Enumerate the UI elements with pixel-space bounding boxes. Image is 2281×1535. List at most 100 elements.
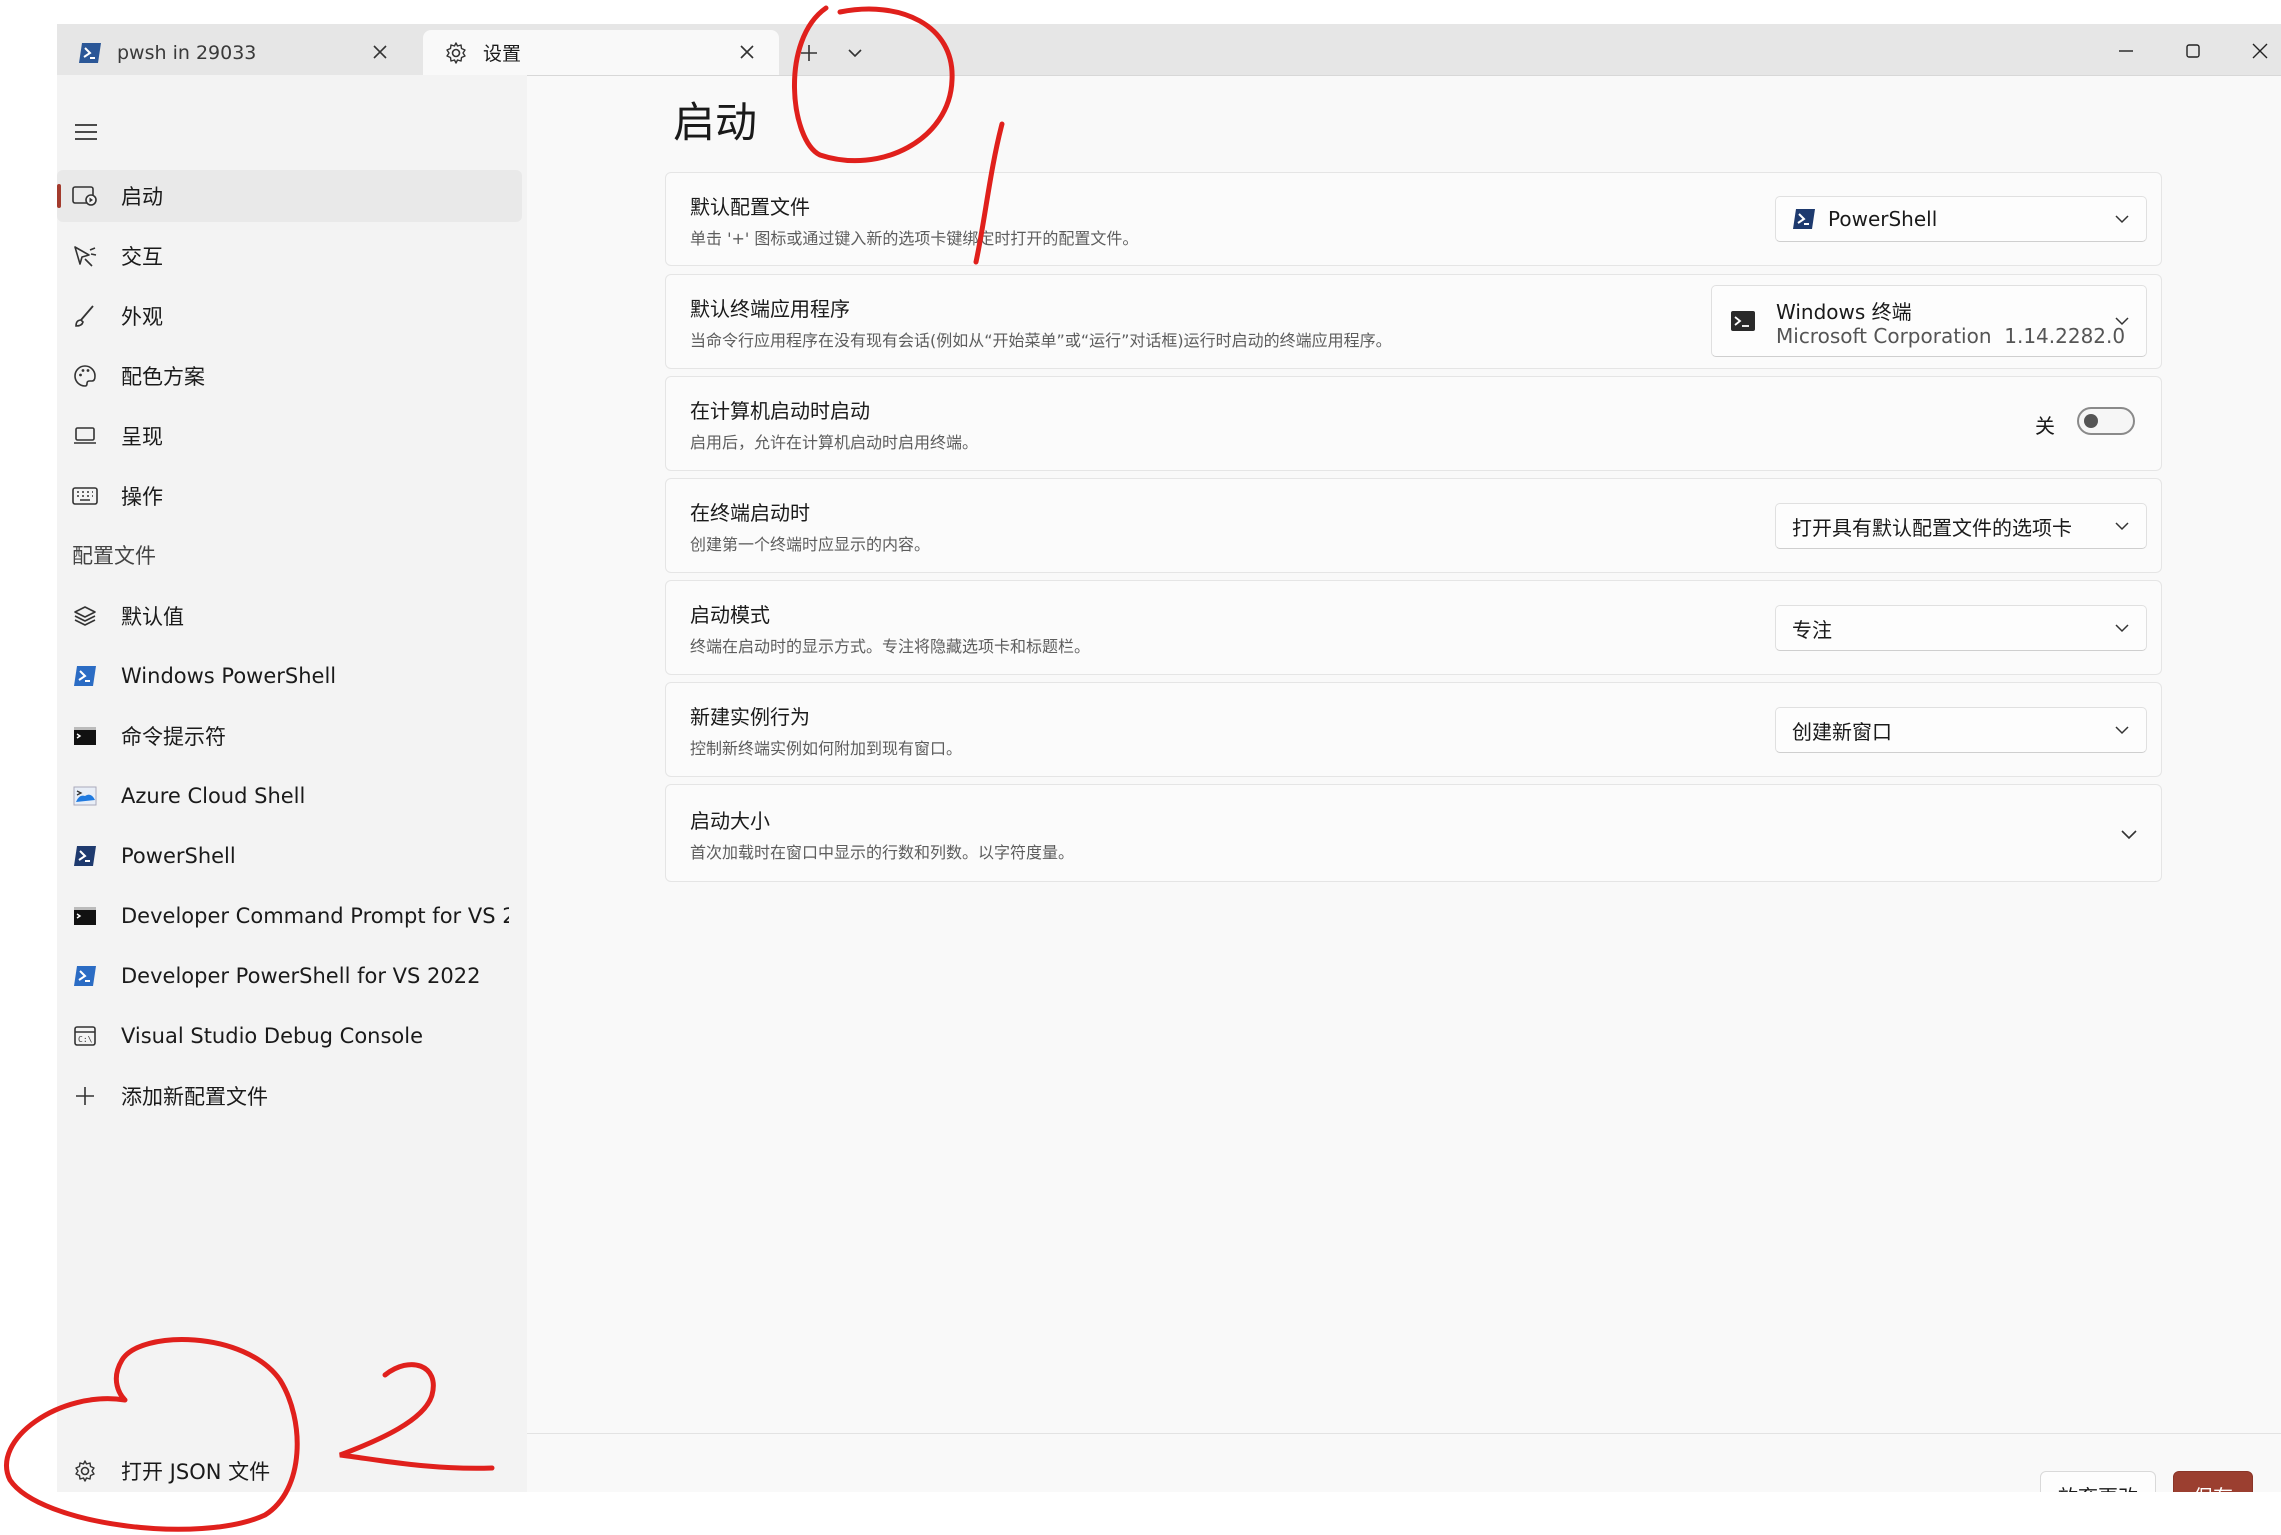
dropdown-value: Windows 终端 bbox=[1776, 300, 1912, 324]
tab-bar: pwsh in 29033 设置 bbox=[57, 24, 2281, 76]
sidebar-item-label: 呈现 bbox=[121, 425, 163, 449]
launch-mode-dropdown[interactable]: 专注 bbox=[1775, 605, 2147, 651]
toggle-state-label: 关 bbox=[2035, 414, 2055, 438]
sidebar-item-add-profile[interactable]: 添加新配置文件 bbox=[57, 1070, 522, 1122]
keyboard-icon bbox=[71, 482, 99, 510]
dropdown-subvalue: Microsoft Corporation 1.14.2282.0 bbox=[1776, 324, 2126, 348]
settings-content: 启动 默认配置文件 单击 '+' 图标或通过键入新的选项卡键绑定时打开的配置文件… bbox=[527, 75, 2281, 1492]
cmd-icon bbox=[71, 722, 99, 750]
discard-changes-button[interactable]: 放弃更改 bbox=[2040, 1471, 2156, 1492]
setting-title: 在计算机启动时启动 bbox=[690, 399, 870, 423]
setting-description: 单击 '+' 图标或通过键入新的选项卡键绑定时打开的配置文件。 bbox=[690, 229, 1139, 248]
launch-on-startup-toggle[interactable] bbox=[2077, 407, 2135, 435]
close-tab-icon[interactable] bbox=[735, 40, 759, 64]
monitor-icon bbox=[71, 422, 99, 450]
terminal-window: pwsh in 29033 设置 启动 交互 外观 配色方案 呈现 操作 配置文… bbox=[57, 24, 2281, 1492]
sidebar-item-label: 默认值 bbox=[121, 605, 184, 629]
setting-on-terminal-startup: 在终端启动时 创建第一个终端时应显示的内容。 打开具有默认配置文件的选项卡 bbox=[665, 478, 2162, 573]
setting-description: 首次加载时在窗口中显示的行数和列数。以字符度量。 bbox=[690, 843, 1075, 862]
sidebar-item-label: PowerShell bbox=[121, 844, 236, 868]
sidebar-item-vs-debug-console[interactable]: C:\ Visual Studio Debug Console bbox=[57, 1010, 522, 1062]
dropdown-value: 打开具有默认配置文件的选项卡 bbox=[1792, 515, 2072, 540]
plus-icon bbox=[71, 1082, 99, 1110]
close-window-button[interactable] bbox=[2242, 36, 2278, 66]
sidebar-item-rendering[interactable]: 呈现 bbox=[57, 410, 522, 462]
sidebar: 启动 交互 外观 配色方案 呈现 操作 配置文件 默认值 Windows Pow… bbox=[57, 75, 527, 1492]
sidebar-item-cmd[interactable]: 命令提示符 bbox=[57, 710, 522, 762]
chevron-down-icon bbox=[2112, 311, 2132, 331]
setting-description: 终端在启动时的显示方式。专注将隐藏选项卡和标题栏。 bbox=[690, 637, 1091, 656]
cmd-icon bbox=[71, 902, 99, 930]
launch-icon bbox=[71, 182, 99, 210]
setting-description: 控制新终端实例如何附加到现有窗口。 bbox=[690, 739, 963, 758]
tab-pwsh[interactable]: pwsh in 29033 bbox=[57, 30, 412, 75]
chevron-down-icon bbox=[2112, 618, 2132, 638]
profiles-section-label: 配置文件 bbox=[72, 544, 156, 568]
tab-label: pwsh in 29033 bbox=[117, 41, 257, 64]
page-title: 启动 bbox=[673, 98, 758, 147]
setting-title: 启动大小 bbox=[690, 809, 770, 833]
save-button[interactable]: 保存 bbox=[2173, 1471, 2253, 1492]
setting-description: 当命令行应用程序在没有现有会话(例如从“开始菜单”或“运行”对话框)运行时启动的… bbox=[690, 331, 1392, 350]
sidebar-item-color-schemes[interactable]: 配色方案 bbox=[57, 350, 522, 402]
new-tab-button[interactable] bbox=[793, 37, 825, 69]
chevron-down-icon[interactable] bbox=[2121, 825, 2137, 840]
dropdown-value: 创建新窗口 bbox=[1792, 719, 1892, 744]
close-tab-icon[interactable] bbox=[368, 40, 392, 64]
setting-title: 在终端启动时 bbox=[690, 501, 810, 525]
setting-title: 新建实例行为 bbox=[690, 705, 810, 729]
toggle-knob bbox=[2084, 414, 2098, 428]
dropdown-value: 专注 bbox=[1792, 617, 1832, 642]
chevron-down-icon bbox=[2112, 209, 2132, 229]
sidebar-item-dev-powershell-vs2022[interactable]: Developer PowerShell for VS 2022 bbox=[57, 950, 522, 1002]
dropdown-value: PowerShell bbox=[1828, 207, 1938, 231]
sidebar-item-label: 外观 bbox=[121, 305, 163, 329]
sidebar-item-label: Developer Command Prompt for VS 2022 bbox=[121, 904, 509, 928]
default-profile-dropdown[interactable]: PowerShell bbox=[1775, 196, 2147, 242]
sidebar-item-label: Visual Studio Debug Console bbox=[121, 1024, 424, 1048]
sidebar-item-powershell[interactable]: PowerShell bbox=[57, 830, 522, 882]
sidebar-item-label: 交互 bbox=[121, 245, 163, 269]
open-json-file-button[interactable]: 打开 JSON 文件 bbox=[57, 1445, 522, 1492]
debug-console-icon: C:\ bbox=[71, 1022, 99, 1050]
minimize-button[interactable] bbox=[2108, 36, 2144, 66]
sidebar-item-dev-cmd-vs2022[interactable]: Developer Command Prompt for VS 2022 bbox=[57, 890, 522, 942]
brush-icon bbox=[71, 302, 99, 330]
setting-description: 创建第一个终端时应显示的内容。 bbox=[690, 535, 931, 554]
chevron-down-icon[interactable] bbox=[839, 37, 871, 69]
setting-title: 默认配置文件 bbox=[690, 195, 810, 219]
layers-icon bbox=[71, 602, 99, 630]
chevron-down-icon bbox=[2112, 720, 2132, 740]
powershell-icon bbox=[71, 842, 99, 870]
menu-icon[interactable] bbox=[71, 121, 101, 143]
sidebar-item-label: Azure Cloud Shell bbox=[121, 784, 306, 808]
sidebar-item-defaults[interactable]: 默认值 bbox=[57, 590, 522, 642]
sidebar-item-azure-cloud-shell[interactable]: Azure Cloud Shell bbox=[57, 770, 522, 822]
footer-divider bbox=[527, 1433, 2281, 1434]
setting-default-terminal: 默认终端应用程序 当命令行应用程序在没有现有会话(例如从“开始菜单”或“运行”对… bbox=[665, 274, 2162, 369]
tab-settings[interactable]: 设置 bbox=[423, 30, 779, 75]
sidebar-item-appearance[interactable]: 外观 bbox=[57, 290, 522, 342]
maximize-button[interactable] bbox=[2175, 36, 2211, 66]
sidebar-item-windows-powershell[interactable]: Windows PowerShell bbox=[57, 650, 522, 702]
new-instance-dropdown[interactable]: 创建新窗口 bbox=[1775, 707, 2147, 753]
sidebar-item-launch[interactable]: 启动 bbox=[57, 170, 522, 222]
sidebar-item-interaction[interactable]: 交互 bbox=[57, 230, 522, 282]
setting-new-instance-behavior: 新建实例行为 控制新终端实例如何附加到现有窗口。 创建新窗口 bbox=[665, 682, 2162, 777]
tab-label: 设置 bbox=[483, 43, 522, 65]
default-terminal-dropdown[interactable]: Windows 终端 Microsoft Corporation 1.14.22… bbox=[1711, 285, 2147, 357]
sidebar-item-actions[interactable]: 操作 bbox=[57, 470, 522, 522]
sidebar-item-label: Windows PowerShell bbox=[121, 664, 337, 688]
powershell-icon bbox=[71, 962, 99, 990]
on-startup-dropdown[interactable]: 打开具有默认配置文件的选项卡 bbox=[1775, 503, 2147, 549]
gear-icon bbox=[443, 40, 469, 66]
interaction-icon bbox=[71, 242, 99, 270]
sidebar-item-label: 操作 bbox=[121, 485, 163, 509]
setting-launch-mode: 启动模式 终端在启动时的显示方式。专注将隐藏选项卡和标题栏。 专注 bbox=[665, 580, 2162, 675]
setting-launch-size[interactable]: 启动大小 首次加载时在窗口中显示的行数和列数。以字符度量。 bbox=[665, 784, 2162, 882]
sidebar-item-label: Developer PowerShell for VS 2022 bbox=[121, 964, 481, 988]
setting-launch-on-startup: 在计算机启动时启动 启用后，允许在计算机启动时启用终端。 关 bbox=[665, 376, 2162, 471]
palette-icon bbox=[71, 362, 99, 390]
powershell-icon bbox=[77, 40, 103, 66]
open-json-label: 打开 JSON 文件 bbox=[121, 1460, 271, 1484]
